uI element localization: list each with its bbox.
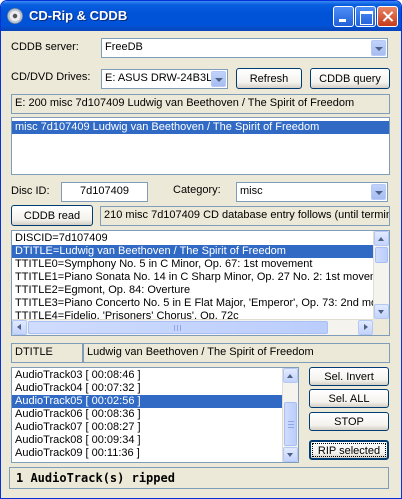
category-select[interactable]: misc <box>236 182 388 202</box>
scroll-left-icon[interactable] <box>12 320 27 335</box>
disc-id-value: 7d107409 <box>80 185 129 197</box>
read-response-field: 210 misc 7d107409 CD database entry foll… <box>100 206 390 226</box>
chevron-down-icon[interactable] <box>371 184 386 200</box>
list-item[interactable]: AudioTrack09 [ 00:11:36 ] <box>12 447 282 460</box>
list-item[interactable]: TTITLE0=Symphony No. 5 in C Minor, Op. 6… <box>12 258 373 271</box>
window-title: CD-Rip & CDDB <box>29 8 128 23</box>
maximize-button[interactable] <box>355 6 376 27</box>
matches-list[interactable]: misc 7d107409 Ludwig van Beethoven / The… <box>11 117 390 175</box>
main-window: CD-Rip & CDDB CDDB server: FreeDB CD/DVD… <box>0 0 402 499</box>
entry-list[interactable]: DISCID=7d107409 DTITLE=Ludwig van Beetho… <box>11 230 390 336</box>
edit-value-text: Ludwig van Beethoven / The Spirit of Fre… <box>87 346 314 358</box>
edit-key-field: DTITLE <box>11 343 83 363</box>
chevron-down-icon[interactable] <box>211 71 226 87</box>
list-item[interactable]: TTITLE2=Egmont, Op. 84: Overture <box>12 284 373 297</box>
scroll-thumb[interactable] <box>375 247 388 263</box>
sel-all-button[interactable]: Sel. ALL <box>309 389 389 408</box>
scroll-thumb[interactable] <box>284 402 297 446</box>
drive-select[interactable]: E: ASUS DRW-24B3L <box>101 69 228 89</box>
server-select[interactable]: FreeDB <box>101 38 388 58</box>
rip-selected-button[interactable]: RIP selected <box>309 440 389 460</box>
query-response-text: E: 200 misc 7d107409 Ludwig van Beethove… <box>15 97 355 109</box>
scroll-down-icon[interactable] <box>283 447 298 462</box>
list-item[interactable]: AudioTrack08 [ 00:09:34 ] <box>12 434 282 447</box>
close-button[interactable] <box>377 6 398 27</box>
disc-id-field[interactable]: 7d107409 <box>61 182 148 202</box>
stop-button[interactable]: STOP <box>309 412 389 431</box>
tracks-vertical-scrollbar[interactable] <box>282 368 298 462</box>
cddb-query-button[interactable]: CDDB query <box>310 68 390 89</box>
minimize-button[interactable] <box>333 6 354 27</box>
scroll-thumb[interactable] <box>28 321 328 334</box>
status-bar: 1 AudioTrack(s) ripped <box>9 467 389 489</box>
list-item[interactable]: AudioTrack07 [ 00:08:27 ] <box>12 421 282 434</box>
list-item[interactable]: TTITLE1=Piano Sonata No. 14 in C Sharp M… <box>12 271 385 284</box>
cddb-read-button[interactable]: CDDB read <box>11 205 93 226</box>
list-item[interactable]: AudioTrack06 [ 00:08:36 ] <box>12 408 282 421</box>
cd-icon <box>7 8 23 24</box>
list-item[interactable]: AudioTrack04 [ 00:07:32 ] <box>12 382 282 395</box>
list-item[interactable]: misc 7d107409 Ludwig van Beethoven / The… <box>12 121 389 134</box>
list-item[interactable]: AudioTrack03 [ 00:08:46 ] <box>12 369 282 382</box>
query-response-field: E: 200 misc 7d107409 Ludwig van Beethove… <box>11 94 390 114</box>
entry-vertical-scrollbar[interactable] <box>373 231 389 319</box>
disc-id-label: Disc ID: <box>11 185 50 197</box>
server-label: CDDB server: <box>11 41 79 53</box>
edit-value-field[interactable]: Ludwig van Beethoven / The Spirit of Fre… <box>83 343 390 363</box>
entry-horizontal-scrollbar[interactable] <box>12 319 373 335</box>
scroll-up-icon[interactable] <box>283 368 298 383</box>
chevron-down-icon[interactable] <box>371 40 386 56</box>
server-value: FreeDB <box>105 41 143 53</box>
drives-label: CD/DVD Drives: <box>11 71 91 83</box>
title-bar[interactable]: CD-Rip & CDDB <box>1 1 401 31</box>
read-response-text: 210 misc 7d107409 CD database entry foll… <box>104 209 390 221</box>
status-text: 1 AudioTrack(s) ripped <box>16 471 175 485</box>
drive-value: E: ASUS DRW-24B3L <box>105 72 213 84</box>
list-item[interactable]: AudioTrack05 [ 00:02:56 ] <box>12 395 282 408</box>
scroll-corner <box>373 319 389 335</box>
category-value: misc <box>240 185 263 197</box>
list-item[interactable]: DTITLE=Ludwig van Beethoven / The Spirit… <box>12 245 373 258</box>
scroll-down-icon[interactable] <box>374 304 389 319</box>
tracks-list[interactable]: AudioTrack03 [ 00:08:46 ] AudioTrack04 [… <box>11 367 299 463</box>
scroll-up-icon[interactable] <box>374 231 389 246</box>
refresh-button[interactable]: Refresh <box>236 68 302 89</box>
edit-key-text: DTITLE <box>15 346 53 358</box>
category-label: Category: <box>173 184 221 196</box>
sel-invert-button[interactable]: Sel. Invert <box>309 367 389 386</box>
list-item[interactable]: DISCID=7d107409 <box>12 232 373 245</box>
list-item[interactable]: TTITLE3=Piano Concerto No. 5 in E Flat M… <box>12 297 383 310</box>
scroll-right-icon[interactable] <box>358 320 373 335</box>
